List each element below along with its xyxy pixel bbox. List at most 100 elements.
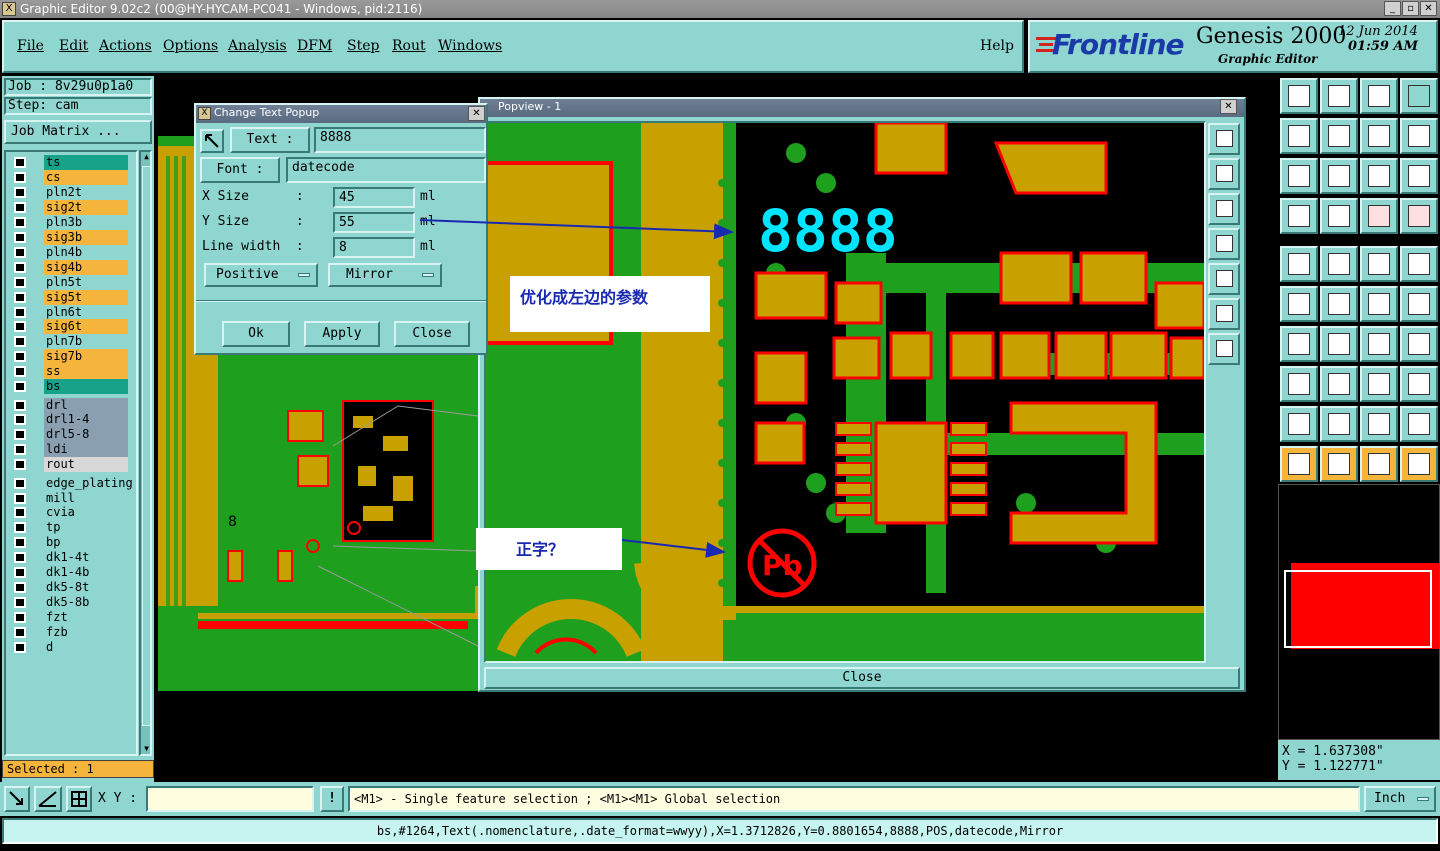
font-label-button[interactable]: Font : [200,157,280,183]
menu-file[interactable]: File [17,38,44,54]
cluster-icon[interactable] [1400,366,1438,402]
layer-checkbox[interactable] [14,381,26,393]
layer-name[interactable]: ldi [44,442,128,458]
pad-icon[interactable] [1280,246,1318,282]
menu-edit[interactable]: Edit [59,38,88,54]
layer-checkbox[interactable] [14,459,26,471]
layer-checkbox[interactable] [14,336,26,348]
scroll-down-icon[interactable]: ▼ [142,744,151,754]
layer-name[interactable]: pln2t [44,185,128,201]
layer-checkbox[interactable] [14,351,26,363]
xy-input[interactable] [146,786,314,812]
xsize-field[interactable]: 45 [333,187,415,208]
layer-name[interactable]: drl [44,397,128,413]
help-icon[interactable] [1400,158,1438,194]
scroll-up-icon[interactable]: ▲ [142,152,151,162]
layer-name[interactable]: cs [44,170,128,186]
node-icon[interactable] [1280,286,1318,322]
triangle-icon[interactable] [1280,406,1318,442]
layer-checkbox[interactable] [14,641,26,653]
layer-checkbox[interactable] [14,582,26,593]
polygon-icon[interactable] [1320,246,1358,282]
layer-checkbox[interactable] [14,321,26,333]
layer-name[interactable]: cvia [44,505,128,521]
zoom-next-icon[interactable] [1320,118,1358,154]
route-icon[interactable] [1400,446,1438,482]
warning-icon[interactable]: ! [320,786,344,812]
maximize-icon[interactable]: ▫ [1402,1,1419,16]
layer-name[interactable]: sig4b [44,259,128,275]
layer-name[interactable]: sig2t [44,200,128,216]
layer-checkbox[interactable] [14,261,26,273]
units-dropdown[interactable]: Inch [1364,786,1436,812]
menu-windows[interactable]: Windows [438,38,502,54]
layer-name[interactable]: fzb [44,624,128,640]
overview-panel[interactable] [1278,484,1440,740]
layer-checkbox[interactable] [14,492,26,504]
menu-dfm[interactable]: DFM [297,38,332,54]
layer-checkbox[interactable] [14,567,26,579]
split-view-icon[interactable] [1400,78,1438,114]
menu-step[interactable]: Step [347,38,379,54]
line-icon[interactable] [1320,326,1358,362]
scroll-thumb[interactable] [142,166,151,726]
layer-checkbox[interactable] [14,202,26,214]
layer-checkbox[interactable] [14,611,26,623]
layer-name[interactable]: ss [44,364,128,380]
layer-checkbox[interactable] [14,172,26,184]
pointer-icon[interactable] [1280,446,1318,482]
layer-checkbox[interactable] [14,444,26,456]
minimize-icon[interactable]: _ [1384,1,1401,16]
close-icon[interactable]: ✕ [1420,1,1437,16]
ruler-icon[interactable] [1280,198,1318,234]
layer-checkbox[interactable] [14,537,26,549]
grid-snap-icon[interactable] [1320,198,1358,234]
layer-name[interactable]: mill [44,490,128,506]
layer-checkbox[interactable] [14,414,26,426]
join-icon[interactable] [1280,366,1318,402]
layer-checkbox[interactable] [14,276,26,288]
layer-name[interactable]: fzt [44,609,128,625]
layer-checkbox[interactable] [14,522,26,534]
layer-name[interactable]: pln6t [44,304,128,320]
layer-list-scrollbar[interactable]: ▲ ▼ [139,150,152,756]
layer-name[interactable]: dk1-4b [44,565,128,581]
layer-checkbox[interactable] [14,157,26,169]
select-net-icon[interactable] [1360,446,1398,482]
close-button[interactable]: Close [394,321,470,347]
arc-icon[interactable] [1360,326,1398,362]
delete-icon[interactable] [1320,286,1358,322]
rotate-view-icon[interactable] [1400,118,1438,154]
select-mode-icon[interactable] [4,786,30,812]
layer-name[interactable]: pln4b [44,244,128,260]
popview-zoom-in-button[interactable] [1208,298,1240,330]
layer-name[interactable]: pln5t [44,274,128,290]
measure-icon[interactable] [34,786,62,812]
layer-name[interactable]: dk5-8t [44,580,128,595]
layer-checkbox[interactable] [14,429,26,441]
menu-options[interactable]: Options [163,38,218,54]
menu-actions[interactable]: Actions [99,38,152,54]
bracket-icon[interactable] [1400,326,1438,362]
fit-icon[interactable] [1280,158,1318,194]
layer-name[interactable]: rout [44,457,128,473]
text-value-field[interactable]: 8888 [314,127,486,153]
layer-checkbox[interactable] [14,626,26,638]
layer-checkbox[interactable] [14,399,26,411]
ysize-field[interactable]: 55 [333,212,415,233]
layer-checkbox[interactable] [14,306,26,318]
arch-icon[interactable] [1320,406,1358,442]
layer-name[interactable]: drl1-4 [44,412,128,428]
layer-checkbox[interactable] [14,366,26,378]
center-icon[interactable] [1320,158,1358,194]
popview-pan-right-button[interactable] [1208,263,1240,295]
layer-name[interactable]: drl5-8 [44,427,128,443]
point-icon[interactable] [1360,286,1398,322]
zoom-prev-icon[interactable] [1280,118,1318,154]
popview-close-icon[interactable]: ✕ [1220,99,1237,114]
layer-name[interactable]: tp [44,520,128,536]
angle-icon[interactable] [1280,326,1318,362]
layer-name[interactable]: sig3b [44,229,128,245]
layer-checkbox[interactable] [14,187,26,199]
grid-icon[interactable] [66,786,92,812]
